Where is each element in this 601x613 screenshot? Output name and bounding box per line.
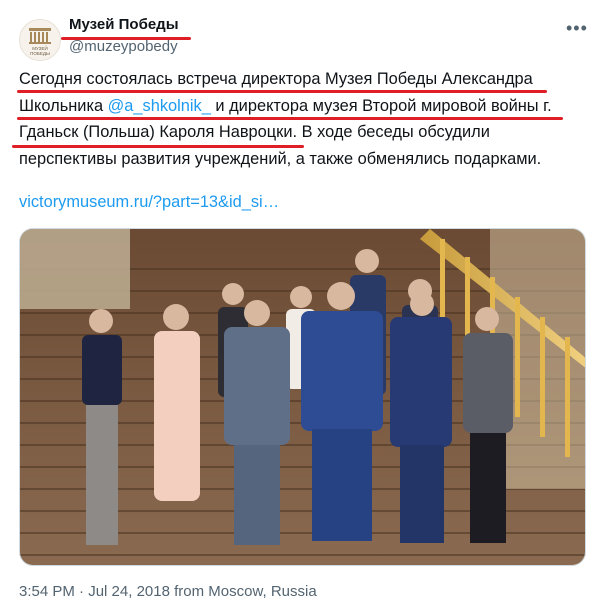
external-link[interactable]: victorymuseum.ru/?part=13&id_si… — [19, 193, 279, 212]
meta-separator: · — [74, 583, 89, 600]
more-horizontal-icon: ••• — [566, 18, 588, 38]
tweet-date[interactable]: Jul 24, 2018 — [88, 583, 170, 600]
tweet-text-line-2-start: Школьника — [19, 96, 108, 115]
tweet-text-line-1: Сегодня состоялась встреча директора Муз… — [19, 70, 533, 88]
annotation-underline-1 — [17, 90, 547, 93]
avatar-caption-2: ПОБЕДЫ — [30, 51, 50, 56]
avatar-caption-1: МУЗЕЙ — [32, 44, 47, 51]
mention-link[interactable]: @a_shkolnik_ — [108, 97, 211, 115]
more-options-button[interactable]: ••• — [566, 18, 588, 39]
annotation-underline-2 — [17, 117, 563, 120]
tweet-metadata: 3:54 PM · Jul 24, 2018 from Moscow, Russ… — [19, 583, 317, 600]
account-avatar[interactable]: МУЗЕЙ ПОБЕДЫ — [19, 19, 61, 61]
tweet-text-line-2-end: и директора музея Второй мировой войны г… — [210, 96, 552, 115]
tweet-text-line-4: перспективы развития учреждений, а также… — [19, 149, 542, 168]
museum-building-logo-icon: МУЗЕЙ ПОБЕДЫ — [20, 20, 60, 60]
account-name[interactable]: Музей Победы — [69, 16, 179, 33]
tweet-text-line-2: Школьника @a_shkolnik_ и директора музея… — [19, 93, 591, 120]
tweet-card: МУЗЕЙ ПОБЕДЫ Музей Победы @muzeypobedy •… — [0, 0, 601, 613]
group-photo-image — [20, 229, 585, 565]
tweet-photo[interactable] — [19, 228, 586, 566]
tweet-text-line-3: Гданьск (Польша) Кароля Навроцки. В ходе… — [19, 123, 490, 141]
meta-from: from — [169, 583, 209, 600]
account-handle[interactable]: @muzeypobedy — [69, 38, 178, 55]
tweet-time[interactable]: 3:54 PM — [19, 583, 75, 600]
tweet-location[interactable]: Moscow, Russia — [208, 583, 316, 600]
annotation-underline-3 — [12, 145, 304, 148]
